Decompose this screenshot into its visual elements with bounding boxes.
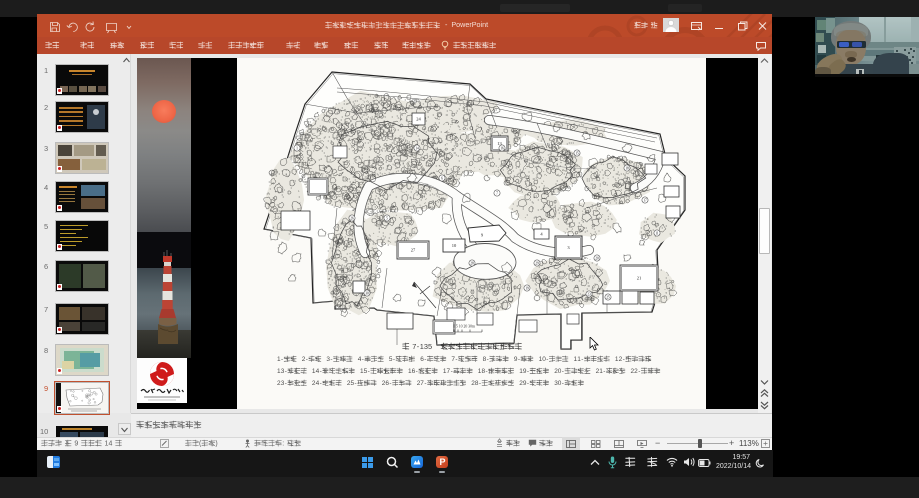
svg-text:20: 20	[595, 257, 599, 261]
svg-text:25: 25	[606, 296, 610, 300]
svg-text:6: 6	[441, 177, 443, 181]
svg-text:-: -	[424, 356, 426, 363]
svg-text:-: -	[389, 380, 391, 387]
svg-text:-: -	[527, 368, 529, 375]
svg-text:-: -	[638, 368, 640, 375]
svg-text:-: -	[362, 356, 364, 363]
svg-text:28: 28	[470, 262, 474, 266]
svg-text:23: 23	[587, 293, 591, 297]
svg-text:-: -	[562, 368, 564, 375]
svg-text:17: 17	[643, 199, 647, 203]
svg-text:-: -	[581, 356, 583, 363]
svg-text:-: -	[451, 368, 453, 375]
svg-text:30: 30	[365, 292, 369, 296]
svg-text:): )	[215, 441, 217, 448]
svg-text:29: 29	[535, 262, 539, 266]
svg-text:27: 27	[411, 248, 416, 253]
svg-text:1: 1	[296, 147, 298, 151]
svg-text:21: 21	[637, 276, 642, 281]
svg-text:-: -	[562, 380, 564, 387]
svg-text:11: 11	[655, 232, 659, 236]
svg-text:18: 18	[625, 167, 629, 171]
svg-text:0 5 10 20 30m: 0 5 10 20 30m	[453, 325, 475, 329]
svg-text:-: -	[330, 356, 332, 363]
svg-text:-: -	[306, 356, 308, 363]
svg-text:-: -	[487, 356, 489, 363]
svg-text:9: 9	[74, 441, 78, 448]
svg-text:7: 7	[496, 192, 498, 196]
svg-text:7: 7	[412, 342, 416, 351]
svg-text:4: 4	[108, 441, 112, 448]
svg-text:-: -	[416, 368, 418, 375]
svg-text:-: -	[603, 368, 605, 375]
svg-text:-: -	[623, 356, 625, 363]
svg-text:-: -	[393, 356, 395, 363]
svg-text:-: -	[455, 356, 457, 363]
svg-text:-: -	[527, 380, 529, 387]
svg-text:10: 10	[452, 243, 457, 248]
svg-text:5: 5	[386, 217, 388, 221]
svg-text:19: 19	[525, 287, 529, 291]
svg-text:14: 14	[415, 147, 419, 151]
svg-text:-: -	[355, 380, 357, 387]
svg-text::: :	[282, 441, 284, 448]
svg-text:-: -	[518, 356, 520, 363]
svg-text:24: 24	[416, 117, 421, 122]
svg-text:(: (	[199, 441, 202, 448]
svg-text:-: -	[320, 380, 322, 387]
svg-text:-: -	[368, 368, 370, 375]
svg-text:-: -	[546, 356, 548, 363]
svg-text:15: 15	[575, 152, 579, 156]
svg-text:26: 26	[350, 217, 354, 221]
svg-text:-: -	[486, 368, 488, 375]
svg-text:-: -	[479, 380, 481, 387]
svg-text:-: -	[424, 380, 426, 387]
svg-text:-: -	[320, 368, 322, 375]
svg-text:-: -	[285, 368, 287, 375]
svg-text:-: -	[285, 380, 287, 387]
svg-text:16: 16	[500, 147, 504, 151]
svg-text:5: 5	[428, 342, 432, 351]
svg-text:-: -	[281, 356, 283, 363]
